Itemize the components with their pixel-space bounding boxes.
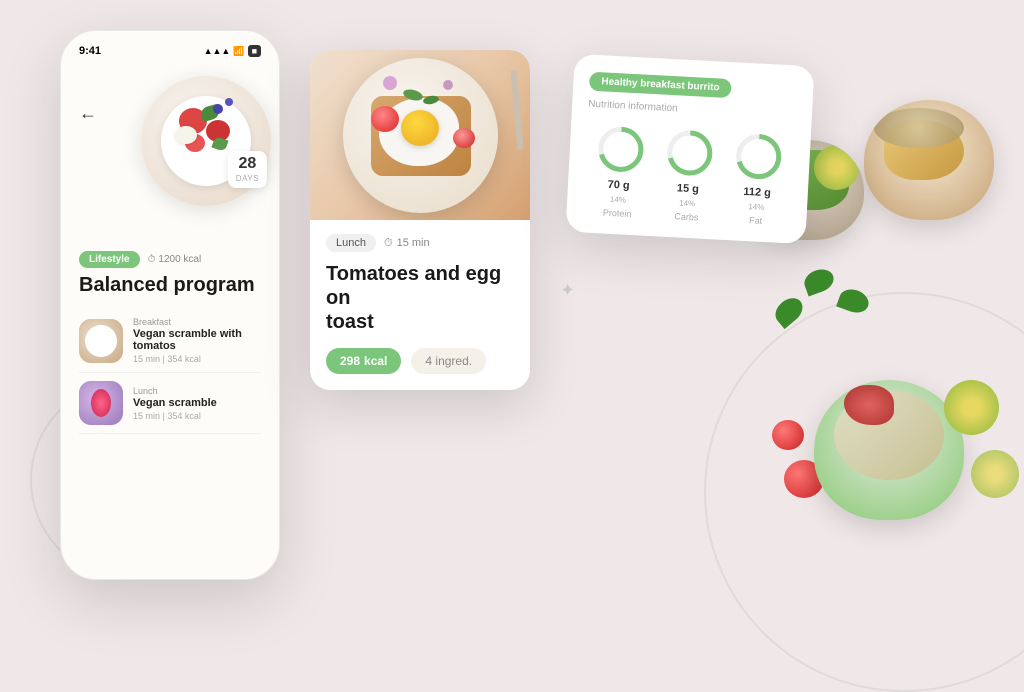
fat-donut-svg bbox=[732, 129, 787, 184]
ingredients-label: ingred. bbox=[435, 354, 472, 368]
fat-pct: 14% bbox=[748, 202, 764, 212]
clock-icon: ⏱ bbox=[384, 237, 393, 250]
meal-info-0: Breakfast Vegan scramble with tomatos 15… bbox=[133, 317, 261, 364]
meal-plate-0 bbox=[85, 325, 117, 357]
fat-chart: 112 g 14% Fat bbox=[729, 129, 786, 227]
egg-plate bbox=[343, 58, 498, 213]
meal-info-1: Lunch Vegan scramble 15 min | 354 kcal bbox=[133, 386, 261, 421]
back-button[interactable]: ← bbox=[79, 103, 97, 124]
cheese bbox=[175, 126, 197, 144]
kcal-value: 298 bbox=[340, 354, 360, 368]
clock-icon-small: ⏱ bbox=[148, 254, 156, 265]
recipe-stats: 298 kcal 4 ingred. bbox=[326, 348, 514, 374]
carbs-chart: 15 g 14% Carbs bbox=[660, 126, 717, 224]
program-section: Lifestyle ⏱ 1200 kcal Balanced program B… bbox=[61, 251, 279, 434]
carbs-value: 15 g bbox=[677, 182, 700, 195]
kcal-stat: 298 kcal bbox=[326, 348, 401, 374]
meal-item-1[interactable]: Lunch Vegan scramble 15 min | 354 kcal bbox=[79, 373, 261, 434]
days-badge: 28 DAYS bbox=[228, 151, 267, 188]
blueberry-1 bbox=[213, 104, 223, 114]
recipe-card-image bbox=[310, 50, 530, 220]
nutrition-title-badge: Healthy breakfast burrito bbox=[589, 72, 732, 98]
fat-value: 112 g bbox=[743, 186, 771, 199]
phone-status-bar: 9:41 ▲▲▲ 📶 ■ bbox=[61, 31, 279, 61]
battery-icon: ■ bbox=[248, 45, 261, 57]
meal-plate-img-1 bbox=[79, 381, 123, 425]
carbs-donut-svg bbox=[662, 126, 717, 181]
phone-time: 9:41 bbox=[79, 45, 101, 57]
phone-icons: ▲▲▲ 📶 ■ bbox=[204, 45, 261, 57]
meal-name-0: Vegan scramble with tomatos bbox=[133, 328, 261, 352]
kcal-label: kcal bbox=[364, 354, 387, 368]
days-number: 28 bbox=[236, 155, 259, 173]
nutrition-subtitle: Nutrition information bbox=[588, 99, 796, 121]
nutrition-charts: 70 g 14% Protein 15 g 14% Carbs 112 g 14… bbox=[582, 122, 795, 228]
meal-image-1 bbox=[79, 381, 123, 425]
protein-label: Protein bbox=[603, 208, 632, 219]
fat-label: Fat bbox=[749, 215, 763, 226]
meal-image-0 bbox=[79, 319, 123, 363]
ingredients-value: 4 bbox=[425, 354, 432, 368]
meal-item-0[interactable]: Breakfast Vegan scramble with tomatos 15… bbox=[79, 309, 261, 373]
kcal-tag: ⏱ 1200 kcal bbox=[148, 254, 202, 265]
meal-meta-0: 15 min | 354 kcal bbox=[133, 354, 261, 364]
protein-chart: 70 g 14% Protein bbox=[591, 122, 648, 220]
recipe-time: ⏱ 15 min bbox=[384, 237, 430, 250]
protein-donut-svg bbox=[593, 122, 648, 177]
meal-plate-img-0 bbox=[79, 319, 123, 363]
recipe-card-body: Lunch ⏱ 15 min Tomatoes and egg on toast… bbox=[310, 220, 530, 390]
recipe-tags: Lunch ⏱ 15 min bbox=[326, 234, 514, 252]
carbs-pct: 14% bbox=[679, 199, 695, 209]
wifi-icon: 📶 bbox=[233, 46, 244, 57]
meal-category-0: Breakfast bbox=[133, 317, 261, 327]
egg-yolk bbox=[401, 110, 439, 146]
recipe-lunch-tag: Lunch bbox=[326, 234, 376, 252]
phone-mockup: 9:41 ▲▲▲ 📶 ■ ← 28 DAYS bbox=[60, 30, 280, 580]
fork bbox=[511, 70, 524, 150]
carbs-label: Carbs bbox=[674, 211, 699, 222]
blueberry-2 bbox=[225, 98, 233, 106]
meal-meta-1: 15 min | 354 kcal bbox=[133, 411, 261, 421]
nutrition-card[interactable]: Healthy breakfast burrito Nutrition info… bbox=[566, 54, 815, 244]
meal-category-1: Lunch bbox=[133, 386, 261, 396]
program-title: Balanced program bbox=[79, 274, 261, 297]
meal-name-1: Vegan scramble bbox=[133, 397, 261, 409]
flower-decoration-2 bbox=[443, 80, 453, 90]
lifestyle-tag: Lifestyle bbox=[79, 251, 140, 268]
protein-pct: 14% bbox=[610, 195, 626, 205]
signal-icon: ▲▲▲ bbox=[204, 46, 231, 56]
days-label: DAYS bbox=[236, 174, 259, 183]
flower-decoration bbox=[383, 76, 397, 90]
tomato-2 bbox=[453, 128, 475, 148]
smoothie bbox=[91, 389, 111, 417]
program-tags: Lifestyle ⏱ 1200 kcal bbox=[79, 251, 261, 268]
tomato-1 bbox=[371, 106, 399, 132]
recipe-title: Tomatoes and egg on toast bbox=[326, 262, 514, 334]
ingredients-stat: 4 ingred. bbox=[411, 348, 486, 374]
protein-value: 70 g bbox=[607, 179, 630, 192]
recipe-card[interactable]: Lunch ⏱ 15 min Tomatoes and egg on toast… bbox=[310, 50, 530, 390]
